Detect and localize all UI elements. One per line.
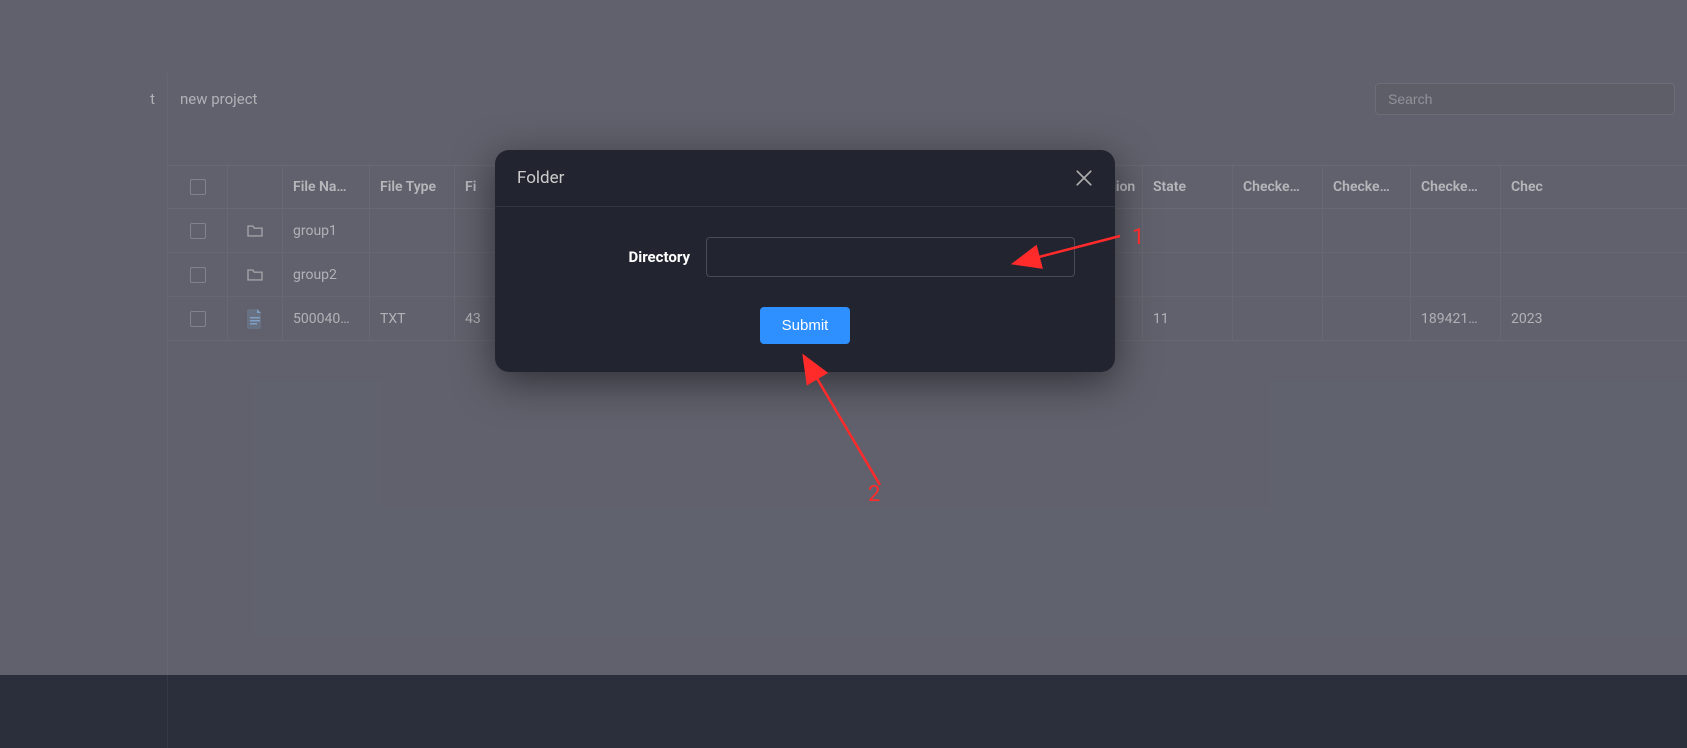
folder-modal: Folder Directory Submit xyxy=(495,150,1115,372)
modal-header: Folder xyxy=(495,150,1115,207)
directory-label: Directory xyxy=(535,248,690,266)
directory-input[interactable] xyxy=(706,237,1075,277)
close-icon[interactable] xyxy=(1075,169,1093,187)
submit-button[interactable]: Submit xyxy=(760,307,851,344)
modal-title: Folder xyxy=(517,168,564,188)
modal-body: Directory xyxy=(495,207,1115,297)
modal-footer: Submit xyxy=(495,297,1115,372)
